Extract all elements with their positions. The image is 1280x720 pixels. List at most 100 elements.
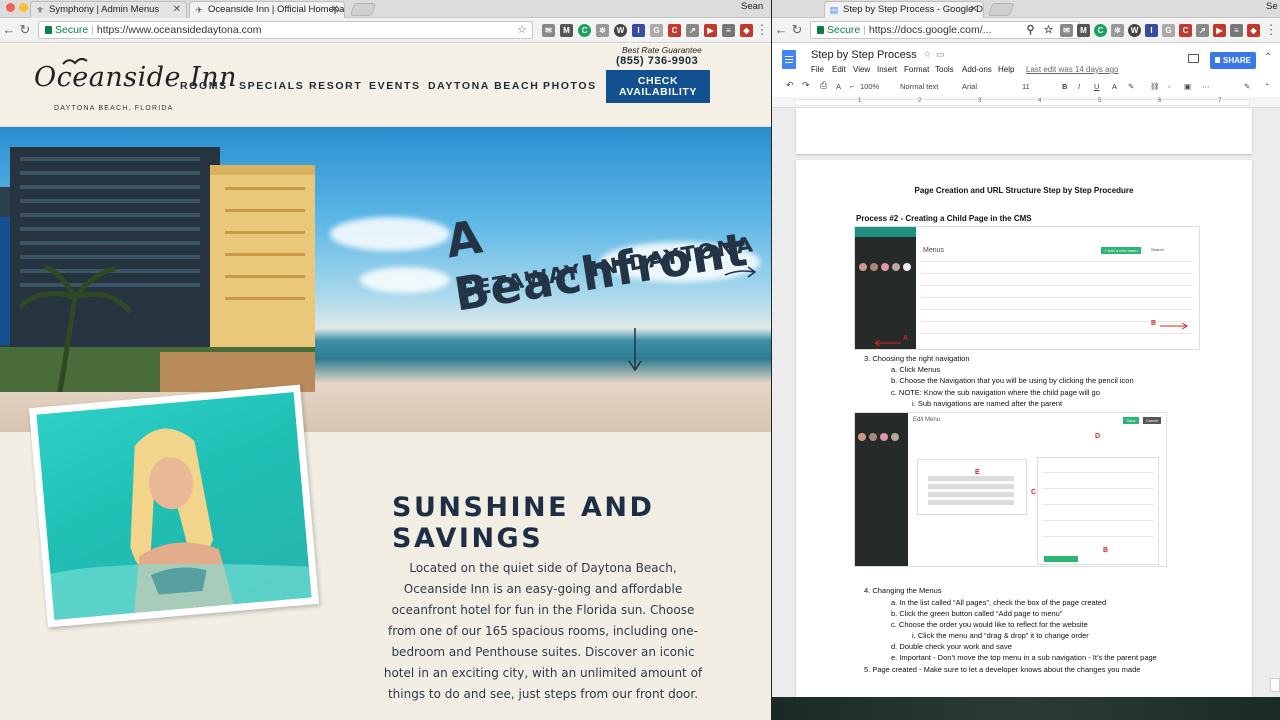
highlight-icon[interactable]: ✎ (1128, 82, 1134, 91)
menu-format[interactable]: Format (904, 65, 929, 74)
profile-name[interactable]: Sean (741, 1, 763, 12)
tab-google-docs[interactable]: ▤ Step by Step Process - Google Docs ✕ (824, 1, 984, 18)
nav-events[interactable]: EVENTS (369, 80, 421, 92)
extension-icon[interactable]: W (1128, 24, 1141, 37)
desktop-background (772, 697, 1280, 720)
underline-icon[interactable]: U (1094, 82, 1099, 91)
more-icon[interactable]: ⋯ (1202, 82, 1210, 91)
extension-icon[interactable]: ↗ (686, 24, 699, 37)
extension-icon[interactable]: C (1179, 24, 1192, 37)
extension-icon[interactable]: M (560, 24, 573, 37)
bold-icon[interactable]: B (1062, 82, 1067, 91)
document-page[interactable]: Page Creation and URL Structure Step by … (796, 160, 1252, 700)
font-select[interactable]: Arial (962, 82, 977, 91)
extension-icon[interactable]: ✉ (1060, 24, 1073, 37)
extension-icon[interactable]: I (632, 24, 645, 37)
menu-edit[interactable]: Edit (832, 65, 846, 74)
menu-help[interactable]: Help (998, 65, 1014, 74)
nav-daytona-beach[interactable]: DAYTONA BEACH (428, 80, 539, 92)
secure-indicator[interactable]: Secure (817, 24, 860, 36)
extension-icon[interactable]: ↗ (1196, 24, 1209, 37)
ruler[interactable]: 1 2 3 4 5 6 7 (772, 97, 1280, 108)
back-arrow-icon[interactable]: ← (774, 22, 788, 37)
menu-file[interactable]: File (811, 65, 824, 74)
new-tab-button[interactable] (349, 3, 377, 16)
nav-resort[interactable]: RESORT (309, 80, 362, 92)
text-color-icon[interactable]: A (1112, 82, 1117, 91)
star-icon[interactable]: ☆ (923, 49, 931, 60)
bookmark-star-icon[interactable]: ☆ (517, 23, 527, 36)
paint-format-icon[interactable]: ⌐ (850, 82, 854, 91)
extension-icon[interactable]: C (1094, 24, 1107, 37)
link-icon[interactable]: ⛓ (1150, 82, 1160, 91)
nav-rooms[interactable]: ROOMS (180, 80, 228, 92)
bookmark-star-icon[interactable]: ☆ (1042, 24, 1055, 37)
undo-icon[interactable]: ↶ (786, 80, 794, 91)
print-icon[interactable]: ⎙ (820, 80, 827, 91)
zoom-select[interactable]: 100% (860, 82, 879, 91)
phone-number[interactable]: (855) 736-9903 (616, 55, 698, 67)
extension-icon[interactable]: W (614, 24, 627, 37)
close-tab-icon[interactable]: ✕ (970, 4, 978, 15)
menu-insert[interactable]: Insert (877, 65, 897, 74)
extension-icon[interactable]: ≡ (1230, 24, 1243, 37)
reload-icon[interactable]: ↻ (18, 22, 32, 38)
close-window-icon[interactable] (6, 3, 15, 12)
extension-icon[interactable]: ✲ (596, 24, 609, 37)
extension-icon[interactable]: C (668, 24, 681, 37)
search-icon[interactable]: ⚲ (1024, 24, 1037, 37)
side-feedback-tab[interactable] (0, 217, 10, 345)
extension-icon[interactable]: ▶ (1213, 24, 1226, 37)
extension-icon[interactable]: ≡ (722, 24, 735, 37)
reload-icon[interactable]: ↻ (790, 22, 804, 38)
extension-icon[interactable]: ✉ (542, 24, 555, 37)
extension-icon[interactable]: G (1162, 24, 1175, 37)
redo-icon[interactable]: ↷ (802, 80, 810, 91)
document-title[interactable]: Step by Step Process (811, 49, 917, 61)
extension-icon[interactable]: ◆ (1247, 24, 1260, 37)
collapse-toolbar-icon[interactable]: ⌃ (1264, 82, 1270, 91)
tab-oceanside[interactable]: ✈ Oceanside Inn | Official Homepage ✕ (189, 1, 345, 18)
minimize-window-icon[interactable] (19, 3, 28, 12)
menu-addons[interactable]: Add-ons (962, 65, 992, 74)
insert-comment-icon[interactable]: ▫ (1168, 82, 1171, 91)
extension-icon[interactable]: ◆ (740, 24, 753, 37)
close-tab-icon[interactable]: ✕ (173, 4, 181, 15)
extension-icon[interactable]: I (1145, 24, 1158, 37)
font-size-select[interactable]: 11 (1022, 82, 1030, 91)
cms-topbar (855, 227, 916, 237)
extension-icon[interactable]: ✲ (1111, 24, 1124, 37)
close-tab-icon[interactable]: ✕ (331, 4, 339, 15)
address-bar[interactable]: Secure | https://docs.google.com/... (810, 21, 1080, 39)
tab-symphony[interactable]: ⚜ Symphony | Admin Menus ✕ (30, 1, 187, 18)
extension-icon[interactable]: ▶ (704, 24, 717, 37)
menu-kebab-icon[interactable]: ⋮ (755, 22, 769, 38)
check-availability-button[interactable]: CHECK AVAILABILITY (606, 70, 710, 103)
nav-photos[interactable]: PHOTOS (543, 80, 597, 92)
new-tab-button[interactable] (987, 3, 1015, 16)
comments-icon[interactable] (1188, 54, 1199, 63)
share-button[interactable]: SHARE (1210, 52, 1256, 69)
extension-icon[interactable]: M (1077, 24, 1090, 37)
last-edit-link[interactable]: Last edit was 14 days ago (1026, 65, 1119, 74)
folder-icon[interactable]: ▭ (936, 49, 945, 60)
document-canvas[interactable]: Page Creation and URL Structure Step by … (772, 108, 1280, 720)
collapse-icon[interactable]: ⌃ (1264, 52, 1272, 63)
extension-icon[interactable]: G (650, 24, 663, 37)
menu-tools[interactable]: Tools (935, 65, 954, 74)
spellcheck-icon[interactable]: A (836, 82, 841, 91)
extension-icon[interactable]: C (578, 24, 591, 37)
secure-indicator[interactable]: Secure (45, 24, 88, 36)
back-arrow-icon[interactable]: ← (2, 22, 16, 37)
menu-kebab-icon[interactable]: ⋮ (1264, 22, 1278, 38)
image-icon[interactable]: ▣ (1184, 82, 1191, 91)
style-select[interactable]: Normal text (900, 82, 938, 91)
italic-icon[interactable]: I (1078, 82, 1080, 91)
menu-view[interactable]: View (853, 65, 870, 74)
editing-mode-icon[interactable]: ✎ (1244, 82, 1250, 91)
nav-specials[interactable]: SPECIALS (239, 80, 304, 92)
explore-button[interactable] (1270, 678, 1280, 692)
profile-name[interactable]: Se (1266, 1, 1278, 12)
address-bar[interactable]: Secure | https://www.oceansidedaytona.co… (38, 21, 533, 39)
google-docs-icon[interactable] (782, 50, 796, 69)
